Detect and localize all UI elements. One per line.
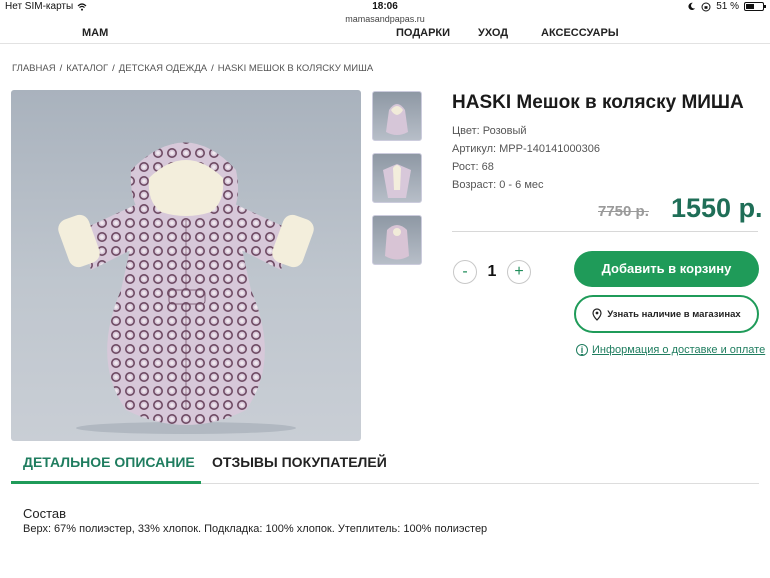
tab-detailed-description[interactable]: ДЕТАЛЬНОЕ ОПИСАНИЕ xyxy=(23,454,195,484)
browser-url[interactable]: mamasandpapas.ru xyxy=(0,14,770,24)
rotation-lock-icon xyxy=(701,2,711,11)
thumbnail-image xyxy=(383,164,411,198)
quantity-value: 1 xyxy=(487,263,497,280)
status-right: 51 % xyxy=(687,1,766,12)
breadcrumb-separator: / xyxy=(59,63,63,74)
check-store-label: Узнать наличие в магазинах xyxy=(607,308,741,320)
thumbnail-image xyxy=(386,104,408,135)
breadcrumb-home[interactable]: ГЛАВНАЯ xyxy=(12,63,56,74)
info-icon: i xyxy=(576,344,588,356)
product-main-image[interactable] xyxy=(11,90,361,441)
product-color: Цвет: Розовый xyxy=(452,125,527,137)
location-pin-icon xyxy=(592,307,602,321)
breadcrumb-catalog[interactable]: КАТАЛОГ xyxy=(66,63,108,74)
nav-item-mam[interactable]: МАМ xyxy=(82,27,108,39)
nav-item-gifts[interactable]: ПОДАРКИ xyxy=(396,27,450,39)
quantity-increase-button[interactable]: + xyxy=(507,260,531,284)
baby-bag-illustration xyxy=(58,142,314,434)
product-thumbnail[interactable] xyxy=(372,153,422,203)
composition-heading: Состав xyxy=(23,506,67,521)
battery-icon xyxy=(744,2,766,11)
current-price: 1550 р. xyxy=(671,193,763,223)
breadcrumb-kids-clothing[interactable]: ДЕТСКАЯ ОДЕЖДА xyxy=(119,63,207,74)
status-bar: Нет SIM-карты 18:06 51 % xyxy=(0,0,770,14)
product-sku: Артикул: MPP-140141000306 xyxy=(452,143,601,155)
delivery-info-label: Информация о доставке и оплате xyxy=(592,344,766,356)
add-to-cart-button[interactable]: Добавить в корзину xyxy=(574,251,759,287)
clock: 18:06 xyxy=(372,1,398,12)
breadcrumb-current: HASKI МЕШОК В КОЛЯСКУ МИША xyxy=(217,63,374,74)
breadcrumb: ГЛАВНАЯ / КАТАЛОГ / ДЕТСКАЯ ОДЕЖДА / HAS… xyxy=(12,63,373,74)
site-nav: МАМ ПОДАРКИ УХОД АКСЕССУАРЫ xyxy=(0,24,770,44)
product-thumbnail[interactable] xyxy=(372,215,422,265)
nav-item-care[interactable]: УХОД xyxy=(478,27,508,39)
product-height: Рост: 68 xyxy=(452,161,494,173)
divider xyxy=(452,231,758,232)
battery-percent: 51 % xyxy=(716,1,739,12)
thumbnail-image xyxy=(385,225,409,260)
nav-item-accessories[interactable]: АКСЕССУАРЫ xyxy=(541,27,619,39)
moon-icon xyxy=(688,2,696,11)
check-store-availability-button[interactable]: Узнать наличие в магазинах xyxy=(574,295,759,333)
delivery-info-link[interactable]: i Информация о доставке и оплате xyxy=(576,344,765,356)
tab-customer-reviews[interactable]: ОТЗЫВЫ ПОКУПАТЕЛЕЙ xyxy=(212,454,387,484)
product-title: HASKI Мешок в коляску МИША xyxy=(452,92,744,113)
composition-text: Верх: 67% полиэстер, 33% хлопок. Подклад… xyxy=(23,523,488,535)
old-price: 7750 р. xyxy=(598,203,649,220)
breadcrumb-separator: / xyxy=(211,63,214,74)
breadcrumb-separator: / xyxy=(112,63,115,74)
product-age: Возраст: 0 - 6 мес xyxy=(452,179,544,191)
active-tab-indicator xyxy=(11,481,201,484)
product-thumbnail[interactable] xyxy=(372,91,422,141)
battery-fill xyxy=(746,4,754,9)
quantity-decrease-button[interactable]: - xyxy=(453,260,477,284)
